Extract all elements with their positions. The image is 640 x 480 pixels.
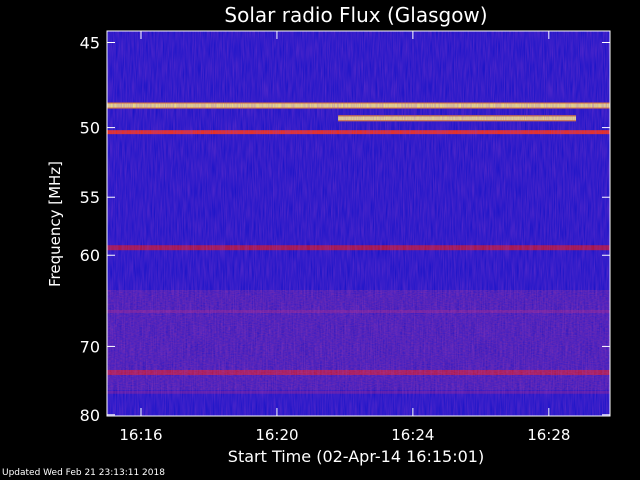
x-axis-label: Start Time (02-Apr-14 16:15:01) <box>228 447 484 466</box>
y-tick-label: 70 <box>80 337 100 356</box>
noise-texture-lower <box>107 290 610 390</box>
spectrogram-chart: Solar radio Flux (Glasgow) 455055607080 … <box>46 3 611 466</box>
x-tick-label: 16:24 <box>391 426 434 444</box>
y-tick-label: 55 <box>80 188 100 207</box>
y-tick-label: 45 <box>80 33 100 52</box>
y-tick-label: 60 <box>80 246 100 265</box>
x-tick-label: 16:28 <box>527 426 570 444</box>
updated-timestamp: Updated Wed Feb 21 23:13:11 2018 <box>2 468 165 478</box>
plot-area <box>106 30 611 417</box>
x-tick-label: 16:16 <box>119 426 162 444</box>
y-axis-label: Frequency [MHz] <box>46 161 64 287</box>
x-tick-label: 16:20 <box>255 426 298 444</box>
y-tick-label: 80 <box>80 406 100 425</box>
chart-title: Solar radio Flux (Glasgow) <box>224 3 487 27</box>
y-tick-label: 50 <box>80 119 100 138</box>
